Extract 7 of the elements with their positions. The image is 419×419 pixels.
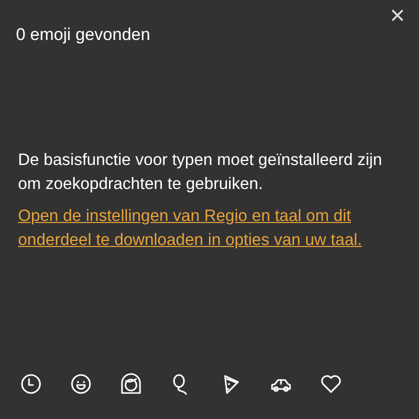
smiley-tab[interactable]: [68, 371, 94, 397]
clock-tab[interactable]: [18, 371, 44, 397]
face-tab[interactable]: [118, 371, 144, 397]
close-button[interactable]: ×: [386, 0, 409, 30]
info-text: De basisfunctie voor typen moet geïnstalleerd zijn om zoekopdrachten te gebruiken.: [18, 150, 384, 194]
result-count: 0 emoji gevonden: [16, 24, 150, 46]
settings-link[interactable]: Open de instellingen van Regio en taal om dit onderdeel te downloaden in opties van uw taal.: [18, 204, 409, 252]
